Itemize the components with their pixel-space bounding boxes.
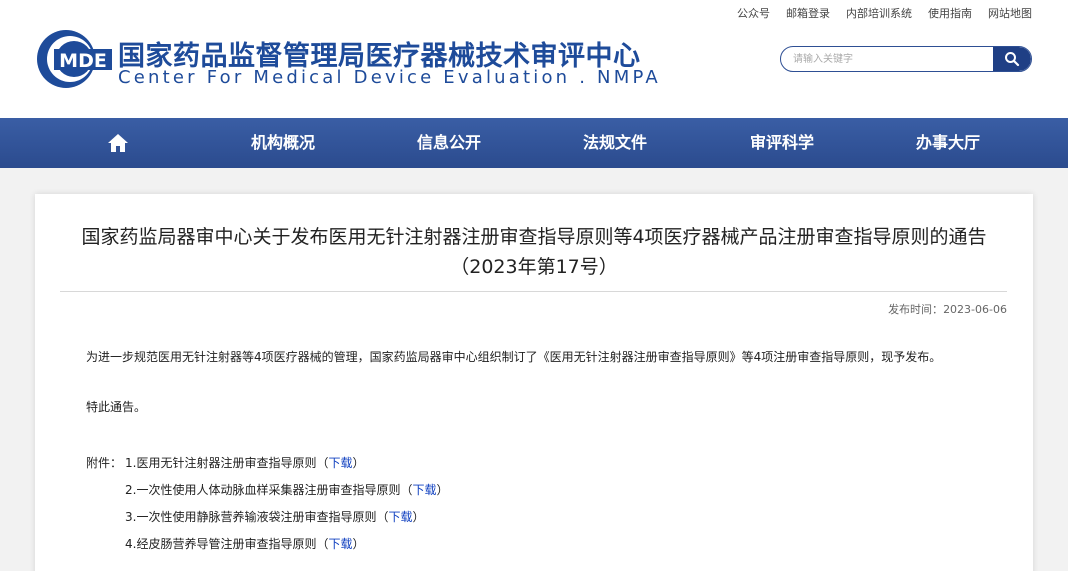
- search-icon: [1005, 52, 1020, 67]
- home-icon[interactable]: [107, 132, 129, 154]
- search-box: [780, 46, 1032, 72]
- top-link-wechat[interactable]: 公众号: [737, 5, 770, 21]
- title-divider: [60, 291, 1007, 292]
- search-input[interactable]: [781, 47, 993, 71]
- attachment-item: 2.一次性使用人体动脉血样采集器注册审查指导原则（下载）: [125, 481, 448, 498]
- publish-date: 发布时间：2023-06-06: [888, 301, 1007, 317]
- publish-date-value: 2023-06-06: [943, 303, 1007, 316]
- nav-item-about[interactable]: 机构概况: [251, 118, 315, 168]
- attachment-name: 3.一次性使用静脉营养输液袋注册审查指导原则（: [125, 510, 389, 524]
- publish-date-label: 发布时间：: [888, 303, 944, 316]
- article-body: 为进一步规范医用无针注射器等4项医疗器械的管理，国家药监局器审中心组织制订了《医…: [86, 350, 942, 364]
- logo-mark-text: MDE: [59, 50, 107, 72]
- top-link-sitemap[interactable]: 网站地图: [988, 5, 1032, 21]
- top-link-user-guide[interactable]: 使用指南: [928, 5, 972, 21]
- top-link-mail-login[interactable]: 邮箱登录: [786, 5, 830, 21]
- main-nav: 机构概况 信息公开 法规文件 审评科学 办事大厅: [0, 118, 1068, 168]
- top-link-internal-training[interactable]: 内部培训系统: [846, 5, 912, 21]
- site-name-en: Center For Medical Device Evaluation . N…: [118, 67, 661, 88]
- article-title: 国家药监局器审中心关于发布医用无针注射器注册审查指导原则等4项医疗器械产品注册审…: [81, 226, 987, 278]
- download-link[interactable]: 下载: [328, 537, 352, 551]
- attachment-close: ）: [352, 456, 365, 470]
- download-link[interactable]: 下载: [388, 510, 412, 524]
- top-links: 公众号 邮箱登录 内部培训系统 使用指南 网站地图: [737, 5, 1032, 21]
- nav-item-info-disclosure[interactable]: 信息公开: [417, 118, 481, 168]
- nav-item-service-hall[interactable]: 办事大厅: [916, 118, 980, 168]
- article-notice: 特此通告。: [86, 400, 147, 414]
- site-header: 公众号 邮箱登录 内部培训系统 使用指南 网站地图 MDE 国家药品监督管理局医…: [0, 0, 1068, 118]
- attachment-item: 3.一次性使用静脉营养输液袋注册审查指导原则（下载）: [125, 508, 424, 525]
- mde-logo-icon: MDE: [37, 30, 112, 88]
- search-button[interactable]: [993, 47, 1031, 71]
- attachment-close: ）: [412, 510, 425, 524]
- attachment-close: ）: [352, 537, 365, 551]
- nav-item-review-science[interactable]: 审评科学: [750, 118, 814, 168]
- nav-item-regulations[interactable]: 法规文件: [583, 118, 647, 168]
- article-card: 国家药监局器审中心关于发布医用无针注射器注册审查指导原则等4项医疗器械产品注册审…: [35, 194, 1033, 571]
- attachment-item: 1.医用无针注射器注册审查指导原则（下载）: [125, 454, 364, 471]
- attachment-item: 4.经皮肠营养导管注册审查指导原则（下载）: [125, 535, 364, 552]
- attachment-name: 2.一次性使用人体动脉血样采集器注册审查指导原则（: [125, 483, 413, 497]
- attachment-name: 1.医用无针注射器注册审查指导原则（: [125, 456, 329, 470]
- download-link[interactable]: 下载: [412, 483, 436, 497]
- attachment-label: 附件：: [86, 456, 123, 470]
- download-link[interactable]: 下载: [328, 456, 352, 470]
- attachment-close: ）: [436, 483, 449, 497]
- attachment-name: 4.经皮肠营养导管注册审查指导原则（: [125, 537, 329, 551]
